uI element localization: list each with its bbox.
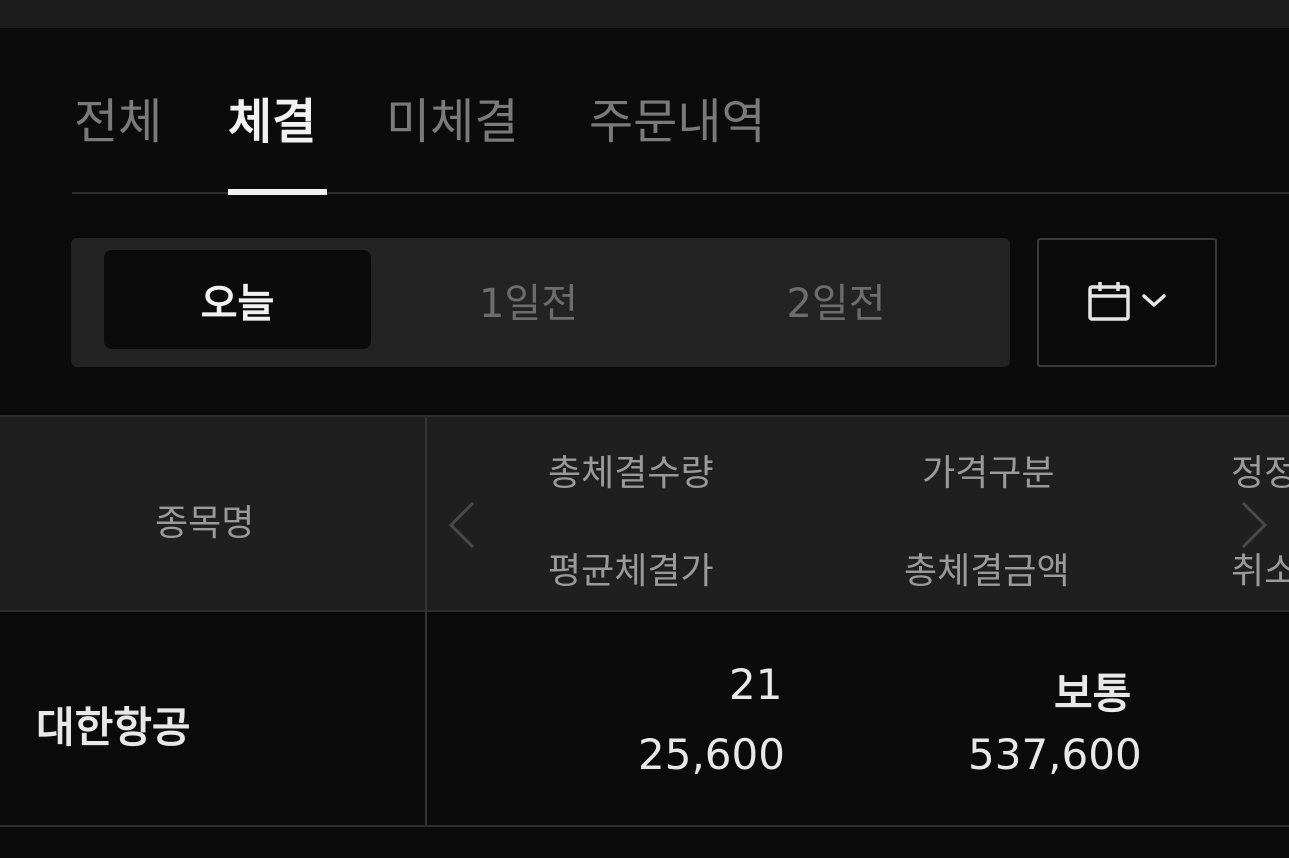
column-divider xyxy=(425,612,427,825)
row-price-type: 보통 xyxy=(1054,669,1132,718)
header-total-filled-amount: 총체결금액 xyxy=(904,551,1070,592)
period-1-day-ago-button[interactable]: 1일전 xyxy=(371,250,686,349)
top-status-strip xyxy=(0,0,1289,28)
row-avg-filled-price: 25,600 xyxy=(638,730,785,779)
bottom-area xyxy=(0,829,1289,858)
header-modify: 정정 xyxy=(1231,453,1289,494)
period-2-days-ago-button[interactable]: 2일전 xyxy=(686,250,986,349)
header-avg-filled-price: 평균체결가 xyxy=(548,551,714,592)
tab-order-history[interactable]: 주문내역 xyxy=(589,82,766,152)
row-total-filled-qty: 21 xyxy=(729,660,783,709)
calendar-date-picker-button[interactable] xyxy=(1037,238,1217,367)
table-row[interactable]: 대한항공 21 25,600 보통 537,600 xyxy=(0,612,1289,827)
scroll-right-arrow[interactable] xyxy=(1239,500,1269,550)
tab-unfilled[interactable]: 미체결 xyxy=(386,82,518,152)
scroll-left-arrow[interactable] xyxy=(447,500,477,550)
tab-all[interactable]: 전체 xyxy=(74,82,162,152)
calendar-icon xyxy=(1087,280,1131,326)
period-today-button[interactable]: 오늘 xyxy=(104,250,371,349)
chevron-down-icon xyxy=(1141,293,1167,313)
header-stock-name: 종목명 xyxy=(155,503,255,544)
table-header: 종목명 총체결수량 평균체결가 가격구분 총체결금액 정정 취소 xyxy=(0,415,1289,612)
order-tabs: 전체 체결 미체결 주문내역 xyxy=(72,72,1289,196)
header-price-type: 가격구분 xyxy=(922,453,1055,494)
header-total-filled-qty: 총체결수량 xyxy=(548,453,714,494)
row-total-filled-amount: 537,600 xyxy=(968,730,1142,779)
tab-filled[interactable]: 체결 xyxy=(228,82,316,152)
row-stock-name: 대한항공 xyxy=(36,703,191,752)
active-tab-indicator xyxy=(228,189,327,195)
column-divider xyxy=(425,417,427,612)
period-segmented-control: 오늘 1일전 2일전 xyxy=(71,238,1010,367)
